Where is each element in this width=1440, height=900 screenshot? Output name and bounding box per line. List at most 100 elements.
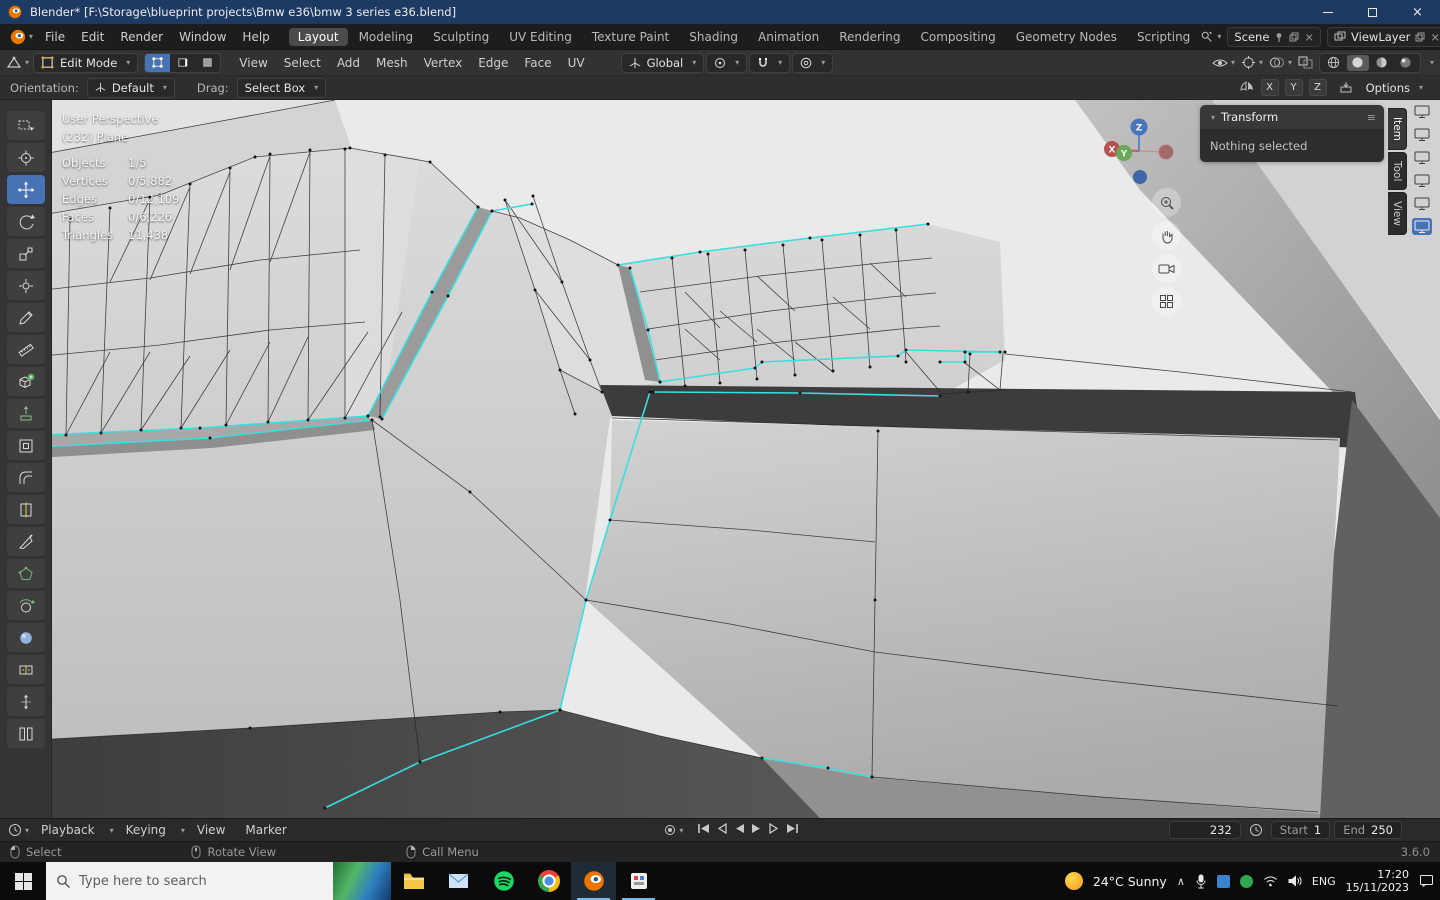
volume-icon[interactable]: [1288, 875, 1302, 887]
menu-help[interactable]: Help: [234, 28, 277, 46]
workspace-tab-modeling[interactable]: Modeling: [350, 28, 423, 46]
tray-app-blue-icon[interactable]: [1216, 874, 1230, 888]
rendered-shading-button[interactable]: [1395, 55, 1417, 71]
use-preview-range-icon[interactable]: [1249, 823, 1263, 837]
workspace-tab-layout[interactable]: Layout: [288, 27, 348, 46]
knife-tool[interactable]: [6, 527, 45, 556]
action-center-icon[interactable]: [1419, 874, 1434, 888]
edge-select-button[interactable]: [170, 54, 195, 72]
transform-tool[interactable]: [6, 271, 45, 300]
menu-marker[interactable]: Marker: [237, 821, 294, 839]
extrude-region-tool[interactable]: [6, 399, 45, 428]
close-button[interactable]: ×: [1395, 0, 1440, 24]
vertex-select-button[interactable]: [145, 53, 171, 72]
workspace-tab-sculpting[interactable]: Sculpting: [424, 28, 498, 46]
auto-keyframe-button[interactable]: ▾: [664, 824, 683, 836]
play-reverse-button[interactable]: [734, 823, 745, 837]
start-frame-field[interactable]: Start 1: [1270, 821, 1331, 839]
poly-build-tool[interactable]: [6, 559, 45, 588]
viewport-canvas[interactable]: [0, 100, 1440, 818]
pin-icon[interactable]: [1274, 32, 1284, 42]
measure-tool[interactable]: [6, 335, 45, 364]
blender-logo-icon[interactable]: ▾: [10, 29, 33, 45]
maximize-button[interactable]: [1350, 0, 1395, 24]
loop-cut-tool[interactable]: [6, 495, 45, 524]
weather-sun-icon[interactable]: [1064, 872, 1083, 890]
rip-region-tool[interactable]: [6, 719, 45, 748]
orthographic-toggle-icon[interactable]: [1152, 287, 1181, 316]
menu-file[interactable]: File: [37, 28, 73, 46]
monitor-icon-selected[interactable]: [1412, 218, 1432, 235]
taskbar-blender-icon[interactable]: [571, 862, 616, 900]
bevel-tool[interactable]: [6, 463, 45, 492]
tray-app-green-icon[interactable]: [1239, 874, 1253, 888]
minimize-button[interactable]: [1305, 0, 1350, 24]
copy-icon[interactable]: [1289, 32, 1299, 42]
monitor-icon[interactable]: [1412, 149, 1432, 166]
taskbar-spotify-icon[interactable]: [481, 862, 526, 900]
proportional-editing-toggle[interactable]: ▾: [792, 52, 834, 73]
menu-vertex[interactable]: Vertex: [416, 54, 471, 72]
menu-face[interactable]: Face: [516, 54, 559, 72]
jump-to-start-button[interactable]: [697, 823, 710, 837]
spin-tool[interactable]: [6, 591, 45, 620]
start-button[interactable]: [0, 862, 46, 900]
pan-hand-icon[interactable]: [1152, 221, 1181, 250]
snap-toggle[interactable]: ▾: [749, 52, 791, 73]
timeline-editor-icon[interactable]: ▾: [8, 823, 29, 837]
monitor-icon[interactable]: [1412, 126, 1432, 143]
menu-view[interactable]: View: [189, 821, 233, 839]
shading-dropdown-icon[interactable]: ▾: [1430, 58, 1434, 67]
menu-mesh[interactable]: Mesh: [368, 54, 416, 72]
pivot-point-dropdown[interactable]: ▾: [706, 52, 748, 73]
taskbar-app-icon[interactable]: [616, 862, 661, 900]
mirror-icon[interactable]: [1239, 81, 1255, 94]
taskbar-chrome-icon[interactable]: [526, 862, 571, 900]
taskbar-mail-icon[interactable]: [436, 862, 481, 900]
taskbar-file-explorer-icon[interactable]: [391, 862, 436, 900]
workspace-tab-texture-paint[interactable]: Texture Paint: [583, 28, 678, 46]
rotate-tool[interactable]: [6, 207, 45, 236]
gizmos-dropdown[interactable]: ▾: [1241, 55, 1263, 70]
add-cube-tool[interactable]: [6, 367, 45, 396]
cursor-tool[interactable]: [6, 143, 45, 172]
menu-keying[interactable]: Keying: [118, 821, 174, 839]
hidden-icons-chevron[interactable]: ∧: [1177, 875, 1185, 888]
smooth-tool[interactable]: [6, 623, 45, 652]
scene-selector[interactable]: Scene ×: [1227, 26, 1322, 47]
transform-panel-header[interactable]: ▾ Transform ≡: [1200, 105, 1384, 129]
menu-select[interactable]: Select: [276, 54, 329, 72]
options-dropdown[interactable]: Options ▾: [1359, 78, 1430, 98]
annotate-tool[interactable]: [6, 303, 45, 332]
workspace-tab-shading[interactable]: Shading: [680, 28, 747, 46]
taskbar-clock[interactable]: 17:20 15/11/2023: [1346, 868, 1409, 894]
search-highlight-image[interactable]: [333, 862, 391, 900]
menu-render[interactable]: Render: [112, 28, 171, 46]
sidebar-tab-view[interactable]: View: [1388, 192, 1407, 236]
zoom-icon[interactable]: [1152, 188, 1181, 217]
edge-slide-tool[interactable]: [6, 655, 45, 684]
shrink-fatten-tool[interactable]: [6, 687, 45, 716]
orientation-dropdown[interactable]: Default ▾: [86, 77, 175, 98]
menu-view[interactable]: View: [231, 54, 275, 72]
workspace-tab-compositing[interactable]: Compositing: [911, 28, 1004, 46]
previous-keyframe-button[interactable]: [716, 822, 728, 837]
unlink-scene-icon[interactable]: ×: [1304, 30, 1314, 44]
scene-browse-icon[interactable]: ▾: [1200, 30, 1221, 44]
inset-faces-tool[interactable]: [6, 431, 45, 460]
monitor-icon[interactable]: [1412, 103, 1432, 120]
play-button[interactable]: [751, 823, 762, 837]
mirror-x-toggle[interactable]: X: [1260, 79, 1279, 96]
menu-playback[interactable]: Playback: [33, 821, 103, 839]
monitor-icon[interactable]: [1412, 172, 1432, 189]
collapse-icon[interactable]: ▾: [1211, 113, 1215, 122]
transform-orientation-dropdown[interactable]: Global ▾: [620, 52, 705, 73]
copy-icon[interactable]: [1415, 32, 1425, 42]
monitor-icon[interactable]: [1412, 195, 1432, 212]
material-shading-button[interactable]: [1371, 55, 1393, 71]
sidebar-tab-tool[interactable]: Tool: [1388, 151, 1407, 191]
drag-dropdown[interactable]: Select Box ▾: [236, 77, 327, 98]
xray-toggle[interactable]: [1298, 56, 1313, 69]
3d-viewport[interactable]: User Perspective (232) Plane Objects 1/5 …: [0, 100, 1440, 818]
visibility-dropdown[interactable]: ▾: [1212, 56, 1235, 70]
